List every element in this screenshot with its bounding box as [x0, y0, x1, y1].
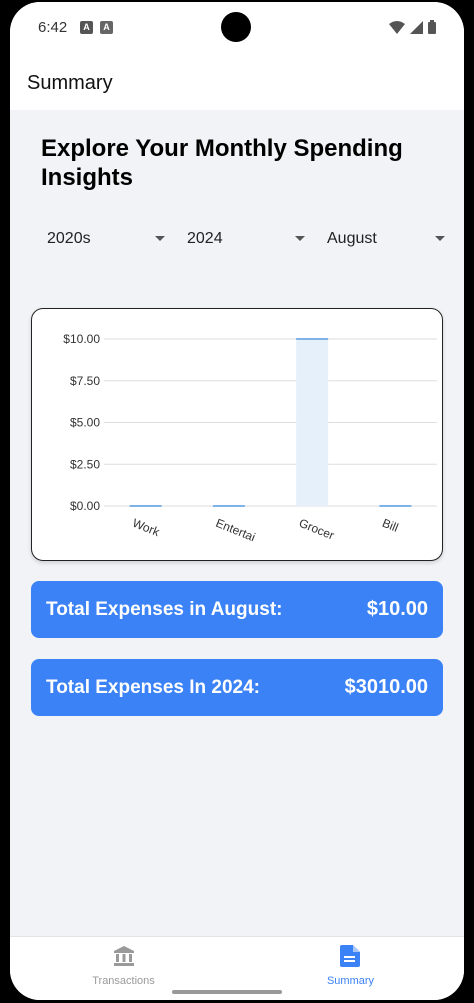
caret-down-icon — [435, 236, 445, 241]
month-total-label: Total Expenses in August: — [46, 599, 283, 620]
decade-picker[interactable]: 2020s — [41, 224, 171, 254]
month-picker-value: August — [327, 230, 377, 247]
y-tick-label: $5.00 — [70, 416, 100, 430]
x-tick-label: Entertai — [214, 516, 258, 544]
phone-screen: 6:42 A A Summary Explore Your Monthly Sp… — [10, 2, 464, 1000]
signal-icon — [410, 20, 423, 34]
y-tick-label: $2.50 — [70, 457, 100, 471]
y-tick-label: $7.50 — [70, 374, 100, 388]
x-tick-label: Bill — [380, 516, 400, 535]
insights-heading: Explore Your Monthly Spending Insights — [41, 135, 403, 191]
caret-down-icon — [295, 236, 305, 241]
battery-icon — [428, 20, 436, 34]
x-tick-label: Grocer — [297, 516, 336, 543]
wifi-icon — [389, 20, 405, 34]
bank-icon — [114, 946, 134, 966]
y-tick-label: $0.00 — [70, 499, 100, 513]
year-total-label: Total Expenses In 2024: — [46, 677, 261, 698]
month-picker[interactable]: August — [321, 224, 451, 254]
front-camera — [221, 12, 251, 42]
year-total-value: $3010.00 — [344, 676, 428, 698]
month-total-value: $10.00 — [366, 598, 428, 620]
year-picker-value: 2024 — [187, 230, 223, 247]
status-bar: 6:42 A A — [10, 2, 464, 52]
notification-a-icon: A — [100, 21, 113, 34]
home-indicator — [172, 990, 282, 994]
app-header: Summary — [10, 52, 464, 110]
system-icons — [389, 20, 436, 34]
year-picker[interactable]: 2024 — [181, 224, 311, 254]
document-icon — [340, 945, 360, 967]
bar — [296, 339, 329, 506]
decade-picker-value: 2020s — [47, 230, 91, 247]
x-tick-label: Work — [131, 516, 163, 540]
spending-bar-chart: $0.00 $2.50 $5.00 $7.50 $10.00 Work Entertai Gr… — [63, 332, 437, 544]
spending-chart-card: $0.00 $2.50 $5.00 $7.50 $10.00 Work Entertai Gr… — [31, 308, 443, 561]
summary-content: Explore Your Monthly Spending Insights 2… — [10, 110, 464, 936]
status-time: 6:42 — [38, 19, 68, 36]
year-total-card: Total Expenses In 2024: $3010.00 — [31, 659, 443, 716]
page-title: Summary — [27, 72, 113, 94]
tab-summary-label: Summary — [326, 975, 375, 987]
tab-transactions-label: Transactions — [92, 975, 155, 987]
y-tick-label: $10.00 — [63, 332, 100, 346]
month-total-card: Total Expenses in August: $10.00 — [31, 581, 443, 638]
notification-a-icon: A — [80, 21, 93, 34]
caret-down-icon — [155, 236, 165, 241]
